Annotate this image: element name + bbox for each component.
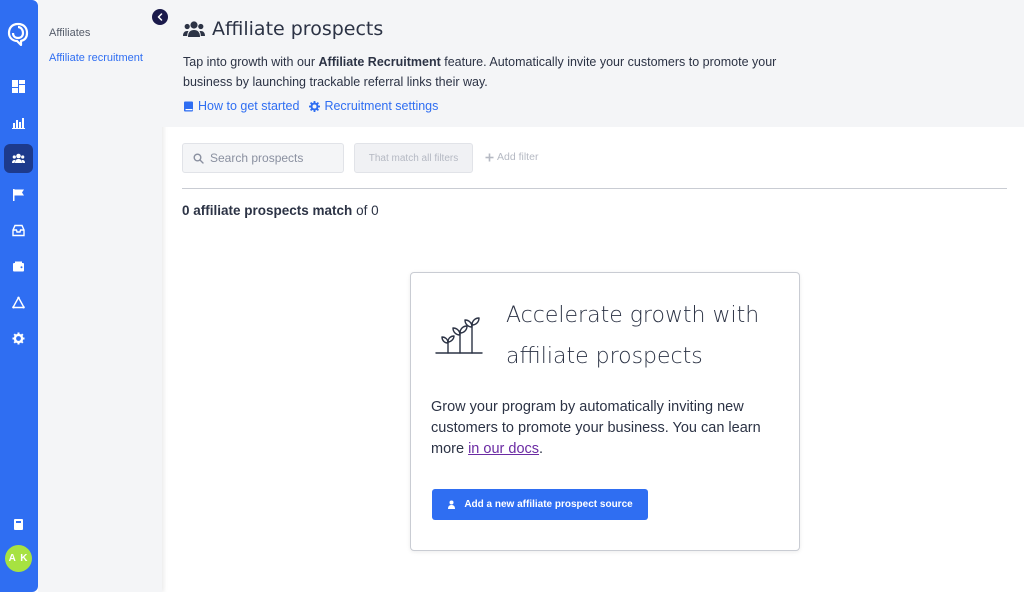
description-feature-name: Affiliate Recruitment (318, 55, 441, 69)
divider (182, 188, 1007, 189)
avatar[interactable]: A K (5, 545, 32, 572)
inbox-icon[interactable] (4, 216, 33, 245)
description-text: Tap into growth with our (183, 55, 319, 69)
results-count-total: of 0 (352, 203, 379, 218)
results-count: 0 affiliate prospects match of 0 (182, 203, 379, 218)
gear-icon (309, 100, 321, 112)
main-nav-rail: A K (0, 0, 38, 592)
search-icon (193, 153, 204, 164)
campaigns-icon[interactable] (4, 180, 33, 209)
chevron-left-icon (157, 13, 163, 21)
page-title: Affiliate prospects (183, 18, 383, 40)
header-links: How to get started Recruitment settings (183, 99, 438, 113)
reports-icon[interactable] (4, 108, 33, 137)
recruitment-settings-link[interactable]: Recruitment settings (309, 99, 438, 113)
users-icon (183, 21, 205, 37)
sidebar-section-heading: Affiliates (49, 27, 91, 39)
link-label: Recruitment settings (324, 99, 439, 113)
collapse-sidebar-button[interactable] (152, 9, 168, 25)
settings-icon[interactable] (4, 324, 33, 353)
notes-icon[interactable] (4, 510, 33, 539)
page-title-text: Affiliate prospects (212, 18, 384, 40)
add-prospect-source-button[interactable]: Add a new affiliate prospect source (432, 489, 648, 520)
add-filter-button[interactable]: Add filter (485, 151, 538, 163)
search-input[interactable] (210, 151, 330, 165)
add-filter-label: Add filter (497, 151, 539, 163)
integrations-icon[interactable] (4, 288, 33, 317)
secondary-sidebar: Affiliates Affiliate recruitment (38, 0, 162, 592)
results-count-bold: 0 affiliate prospects match (182, 203, 353, 218)
affiliates-icon[interactable] (4, 144, 33, 173)
empty-state-card: Accelerate growth with affiliate prospec… (410, 272, 800, 551)
book-icon (184, 101, 193, 111)
logo-icon[interactable] (7, 22, 29, 47)
dashboard-icon[interactable] (4, 72, 33, 101)
body-text: . (539, 441, 544, 457)
page-header: Affiliate prospects Tap into growth with… (162, 0, 1024, 127)
payouts-icon[interactable] (4, 252, 33, 281)
empty-state-body: Grow your program by automatically invit… (431, 397, 786, 460)
link-label: How to get started (198, 99, 300, 113)
sidebar-item-affiliate-recruitment[interactable]: Affiliate recruitment (49, 52, 143, 64)
page-description: Tap into growth with our Affiliate Recru… (183, 52, 803, 92)
plus-icon (485, 153, 494, 161)
docs-link[interactable]: in our docs (468, 441, 539, 457)
empty-state-headline: Accelerate growth with affiliate prospec… (506, 303, 760, 369)
seedling-icon (435, 317, 483, 354)
search-field[interactable] (182, 143, 344, 173)
how-to-get-started-link[interactable]: How to get started (183, 99, 299, 113)
match-all-filters-button[interactable]: That match all filters (354, 143, 473, 173)
user-icon (448, 500, 456, 509)
cta-label: Add a new affiliate prospect source (464, 499, 633, 510)
